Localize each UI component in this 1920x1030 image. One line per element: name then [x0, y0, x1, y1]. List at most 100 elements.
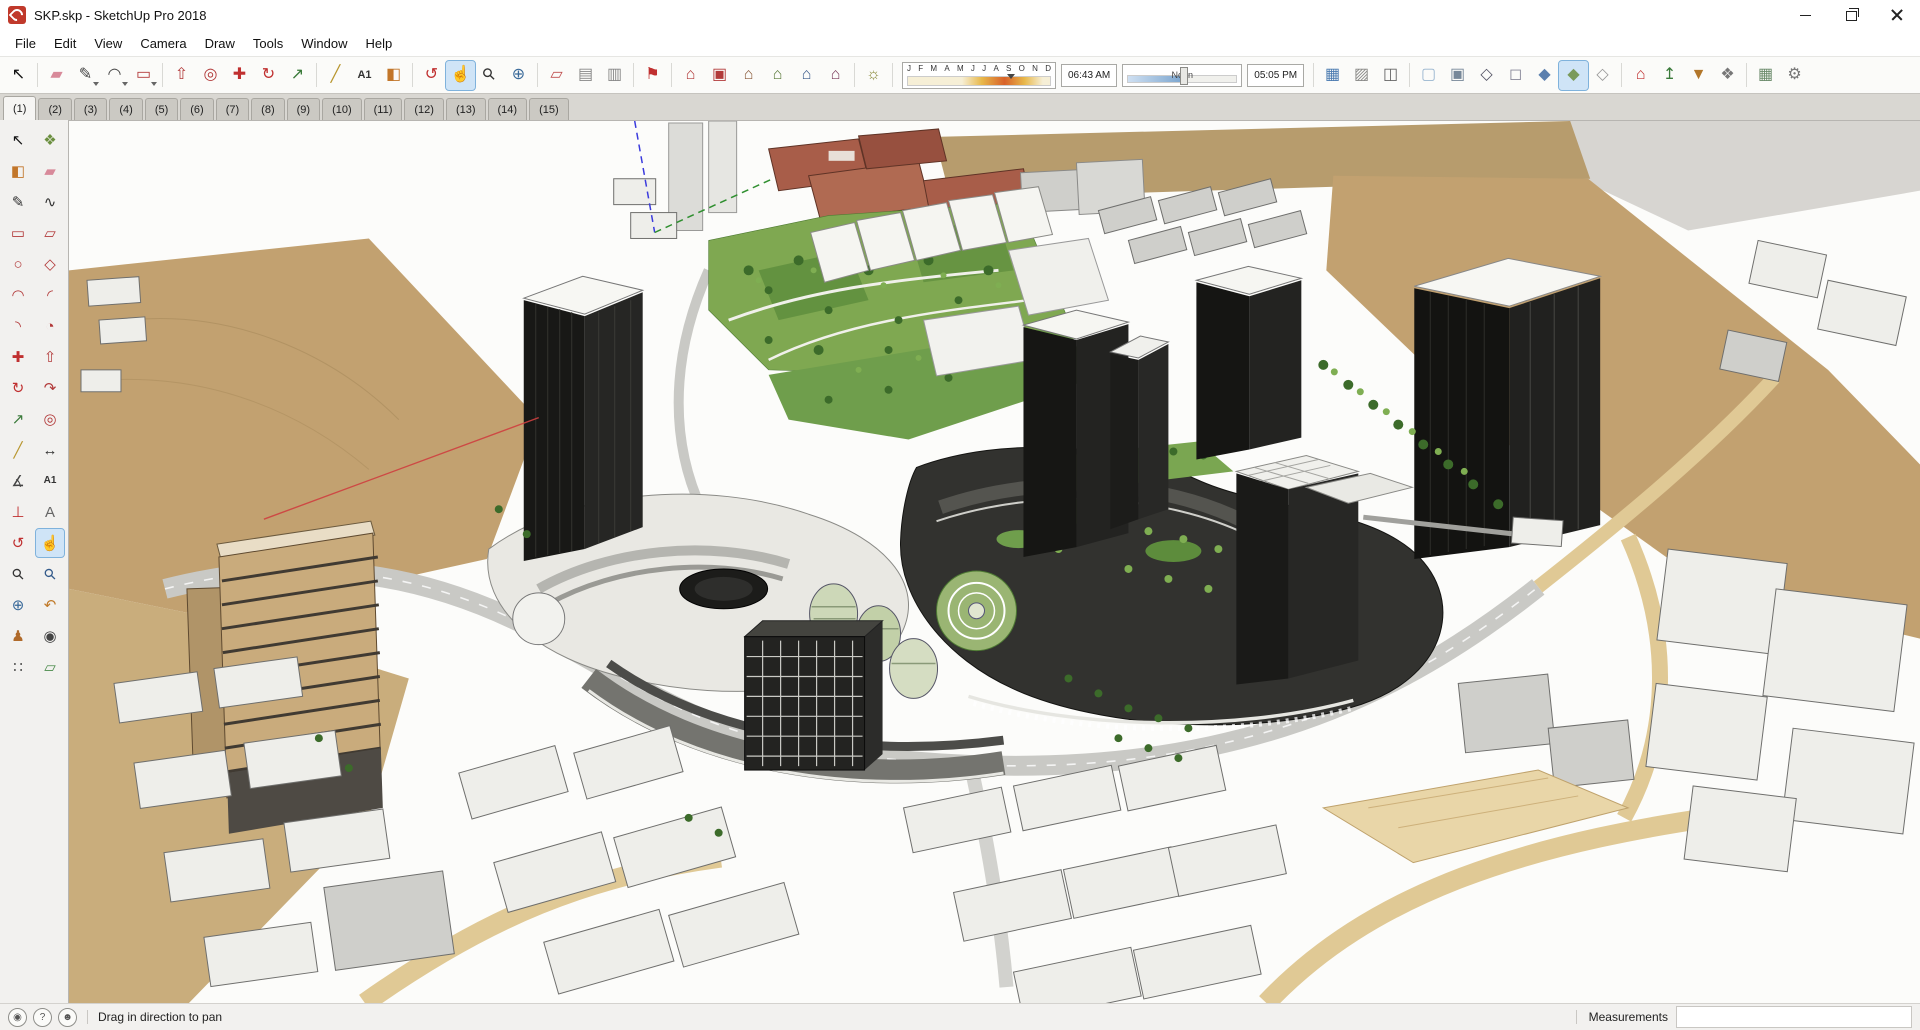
toolbar-move-button[interactable]: ✚ [225, 61, 254, 90]
geolocation-icon[interactable]: ◉ [8, 1007, 27, 1027]
toolbar-push-pull-button[interactable]: ⇧ [167, 61, 196, 90]
toolbar-x-ray-button[interactable]: ▢ [1414, 61, 1443, 90]
toolbar-preferences-button[interactable]: ⚙ [1780, 61, 1809, 90]
shadow-time-slider[interactable]: Noon [1122, 63, 1243, 87]
toolbar-view-top-button[interactable]: ▣ [705, 61, 734, 90]
scene-tab-1[interactable]: (1) [3, 96, 37, 120]
scene-tab-4[interactable]: (4) [109, 98, 143, 120]
tool-make-component[interactable]: ❖ [36, 126, 64, 154]
shadow-date-marker[interactable] [1007, 73, 1016, 83]
scene-tab-3[interactable]: (3) [73, 98, 108, 120]
toolbar-wireframe-button[interactable]: ◇ [1472, 61, 1501, 90]
toolbar-eraser-button[interactable]: ▰ [42, 61, 71, 90]
toolbar-3d-warehouse-button[interactable]: ⌂ [1626, 61, 1655, 90]
sign-in-icon[interactable]: ☻ [58, 1007, 77, 1027]
scene-tab-15[interactable]: (15) [529, 98, 569, 120]
menu-edit[interactable]: Edit [45, 32, 85, 55]
tool-rotate[interactable]: ↻ [4, 374, 32, 402]
tool-rotated-rectangle[interactable]: ▱ [36, 219, 64, 247]
toolbar-display-section-planes-button[interactable]: ▤ [571, 61, 600, 90]
tool-zoom-extents[interactable]: ⊕ [4, 591, 32, 619]
toolbar-view-right-button[interactable]: ⌂ [763, 61, 792, 90]
viewport[interactable]: .wb{fill:#eeeeea;stroke:#6f6f6d;stroke-w… [68, 120, 1920, 1003]
toolbar-offset-button[interactable]: ◎ [196, 61, 225, 90]
shadow-date-slider[interactable]: JFMAMJJASOND [902, 61, 1056, 89]
scene-tab-5[interactable]: (5) [144, 98, 179, 120]
tool-text[interactable]: A1 [36, 467, 64, 495]
toolbar-scale-button[interactable]: ↗ [283, 61, 312, 90]
tool-rectangle[interactable]: ▭ [4, 219, 32, 247]
toolbar-display-section-cuts-button[interactable]: ▥ [600, 61, 629, 90]
restore-button[interactable] [1828, 0, 1874, 30]
toolbar-view-back-button[interactable]: ⌂ [792, 61, 821, 90]
measurements-input[interactable] [1676, 1006, 1912, 1028]
tool-select[interactable]: ↖ [4, 126, 32, 154]
toolbar-photo-textures-button[interactable]: ▨ [1347, 61, 1376, 90]
tool-three-point-arc[interactable]: ◝ [4, 312, 32, 340]
tool-walk[interactable]: ∷ [4, 653, 32, 681]
shadow-time-handle[interactable] [1179, 66, 1188, 85]
scene-tab-6[interactable]: (6) [180, 98, 214, 120]
toolbar-orbit-button[interactable]: ↺ [417, 61, 446, 90]
tool-move[interactable]: ✚ [4, 343, 32, 371]
tool-zoom[interactable]: ⚲ [4, 560, 32, 588]
menu-help[interactable]: Help [357, 32, 402, 55]
tool-three-d-text[interactable]: A [36, 498, 64, 526]
toolbar-rotate-button[interactable]: ↻ [254, 61, 283, 90]
toolbar-model-info-button[interactable]: ◫ [1376, 61, 1405, 90]
toolbar-generate-report-button[interactable]: ▦ [1751, 61, 1780, 90]
tool-orbit[interactable]: ↺ [4, 529, 32, 557]
toolbar-section-plane-button[interactable]: ▱ [542, 61, 571, 90]
toolbar-shaded-button[interactable]: ◆ [1530, 61, 1559, 90]
toolbar-text-button[interactable]: A1 [350, 61, 379, 90]
menu-window[interactable]: Window [292, 32, 356, 55]
tool-zoom-window[interactable]: ⚲ [36, 560, 64, 588]
toolbar-view-front-button[interactable]: ⌂ [734, 61, 763, 90]
minimize-button[interactable] [1782, 0, 1828, 30]
tool-section-plane-tool[interactable]: ▱ [36, 653, 64, 681]
toolbar-lines-button[interactable]: ✎ [71, 61, 100, 90]
menu-draw[interactable]: Draw [196, 32, 244, 55]
toolbar-hidden-line-button[interactable]: ◻ [1501, 61, 1530, 90]
menu-file[interactable]: File [6, 32, 45, 55]
shadow-time-start[interactable]: 06:43 AM [1061, 63, 1118, 87]
tool-protractor[interactable]: ∡ [4, 467, 32, 495]
scene-tab-10[interactable]: (10) [322, 98, 362, 120]
scene-tab-8[interactable]: (8) [251, 98, 285, 120]
help-icon[interactable]: ? [33, 1007, 52, 1027]
toolbar-select-button[interactable]: ↖ [4, 61, 33, 90]
tool-freehand[interactable]: ∿ [36, 188, 64, 216]
toolbar-toggle-terrain-button[interactable]: ▦ [1318, 61, 1347, 90]
menu-camera[interactable]: Camera [131, 32, 195, 55]
close-button[interactable] [1874, 0, 1920, 30]
tool-push-pull[interactable]: ⇧ [36, 343, 64, 371]
tool-follow-me[interactable]: ↷ [36, 374, 64, 402]
tool-position-camera[interactable]: ♟ [4, 622, 32, 650]
tool-offset[interactable]: ◎ [36, 405, 64, 433]
toolbar-extension-manager-button[interactable]: ❖ [1713, 61, 1742, 90]
scene-tab-9[interactable]: (9) [286, 98, 321, 120]
tool-paint-bucket[interactable]: ◧ [4, 157, 32, 185]
toolbar-back-edges-button[interactable]: ▣ [1443, 61, 1472, 90]
toolbar-extension-warehouse-button[interactable]: ▼ [1684, 61, 1713, 90]
tool-previous[interactable]: ↶ [36, 591, 64, 619]
tool-eraser[interactable]: ▰ [36, 157, 64, 185]
scene-tab-7[interactable]: (7) [215, 98, 250, 120]
tool-dimension[interactable]: ↔ [36, 436, 64, 464]
scene-tab-2[interactable]: (2) [38, 98, 72, 120]
scene-tab-12[interactable]: (12) [404, 98, 444, 120]
toolbar-zoom-extents-button[interactable]: ⊕ [504, 61, 533, 90]
shadow-time-end[interactable]: 05:05 PM [1247, 63, 1305, 87]
toolbar-view-left-button[interactable]: ⌂ [821, 61, 850, 90]
toolbar-view-iso-button[interactable]: ⌂ [676, 61, 705, 90]
tool-polygon[interactable]: ◇ [36, 250, 64, 278]
tool-scale[interactable]: ↗ [4, 405, 32, 433]
toolbar-shadows-toggle-button[interactable]: ☼ [859, 61, 888, 90]
toolbar-arcs-button[interactable]: ◠ [100, 61, 129, 90]
tool-look-around[interactable]: ◉ [36, 622, 64, 650]
menu-tools[interactable]: Tools [244, 32, 292, 55]
toolbar-zoom-button[interactable]: ⚲ [475, 61, 504, 90]
tool-arc[interactable]: ◠ [4, 281, 32, 309]
tool-pie[interactable]: ◔ [36, 312, 64, 340]
toolbar-share-model-button[interactable]: ↥ [1655, 61, 1684, 90]
